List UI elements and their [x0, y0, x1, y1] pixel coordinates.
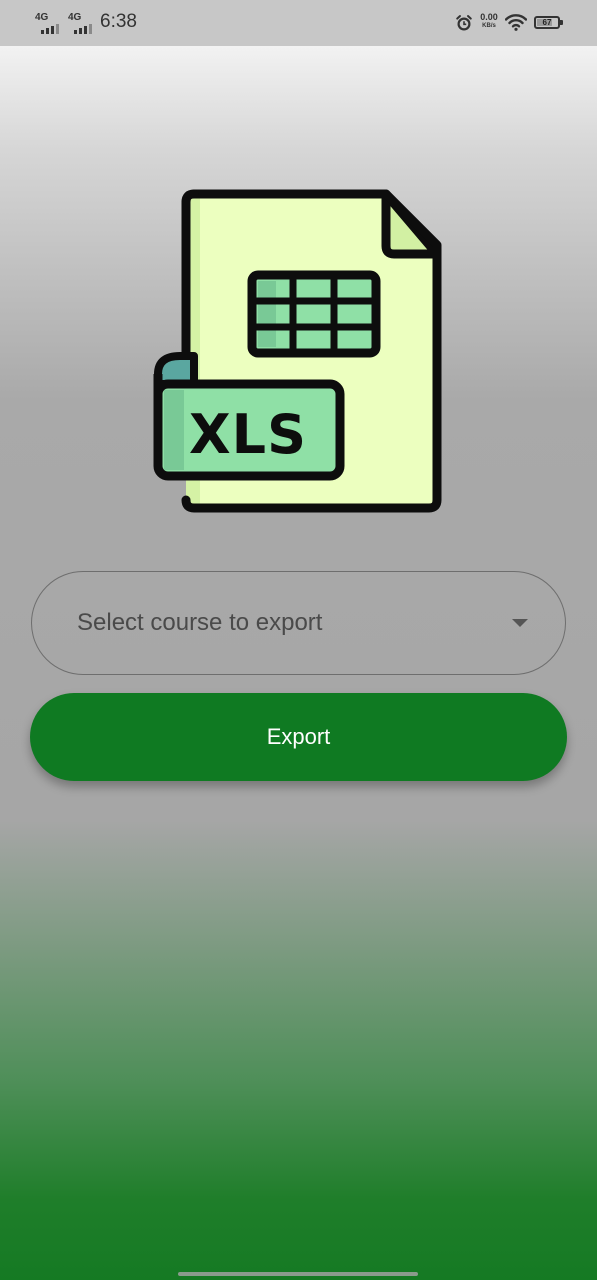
sim1-network-label: 4G	[35, 12, 49, 23]
network-speed-value: 0.00	[480, 12, 498, 22]
signal-icon	[41, 24, 61, 34]
signal-icon	[74, 24, 94, 34]
battery-icon: 67	[534, 16, 563, 29]
dropdown-arrow-icon[interactable]	[512, 619, 528, 627]
sim2-network-label: 4G	[68, 12, 82, 23]
export-button[interactable]: Export	[30, 693, 567, 781]
wifi-icon	[504, 13, 528, 36]
course-select-placeholder: Select course to export	[77, 609, 323, 636]
network-speed: 0.00 KB/s	[476, 13, 502, 31]
status-bar: 4G 4G 6:38 0.00 KB/s 67	[0, 0, 597, 46]
battery-level: 67	[542, 18, 552, 27]
clock: 6:38	[100, 11, 137, 32]
network-speed-unit: KB/s	[482, 23, 496, 29]
course-select[interactable]: Select course to export	[31, 571, 566, 675]
home-indicator[interactable]	[178, 1272, 418, 1276]
xls-label: XLS	[189, 403, 307, 466]
alarm-icon	[455, 14, 473, 37]
xls-file-icon: XLS	[150, 188, 450, 518]
